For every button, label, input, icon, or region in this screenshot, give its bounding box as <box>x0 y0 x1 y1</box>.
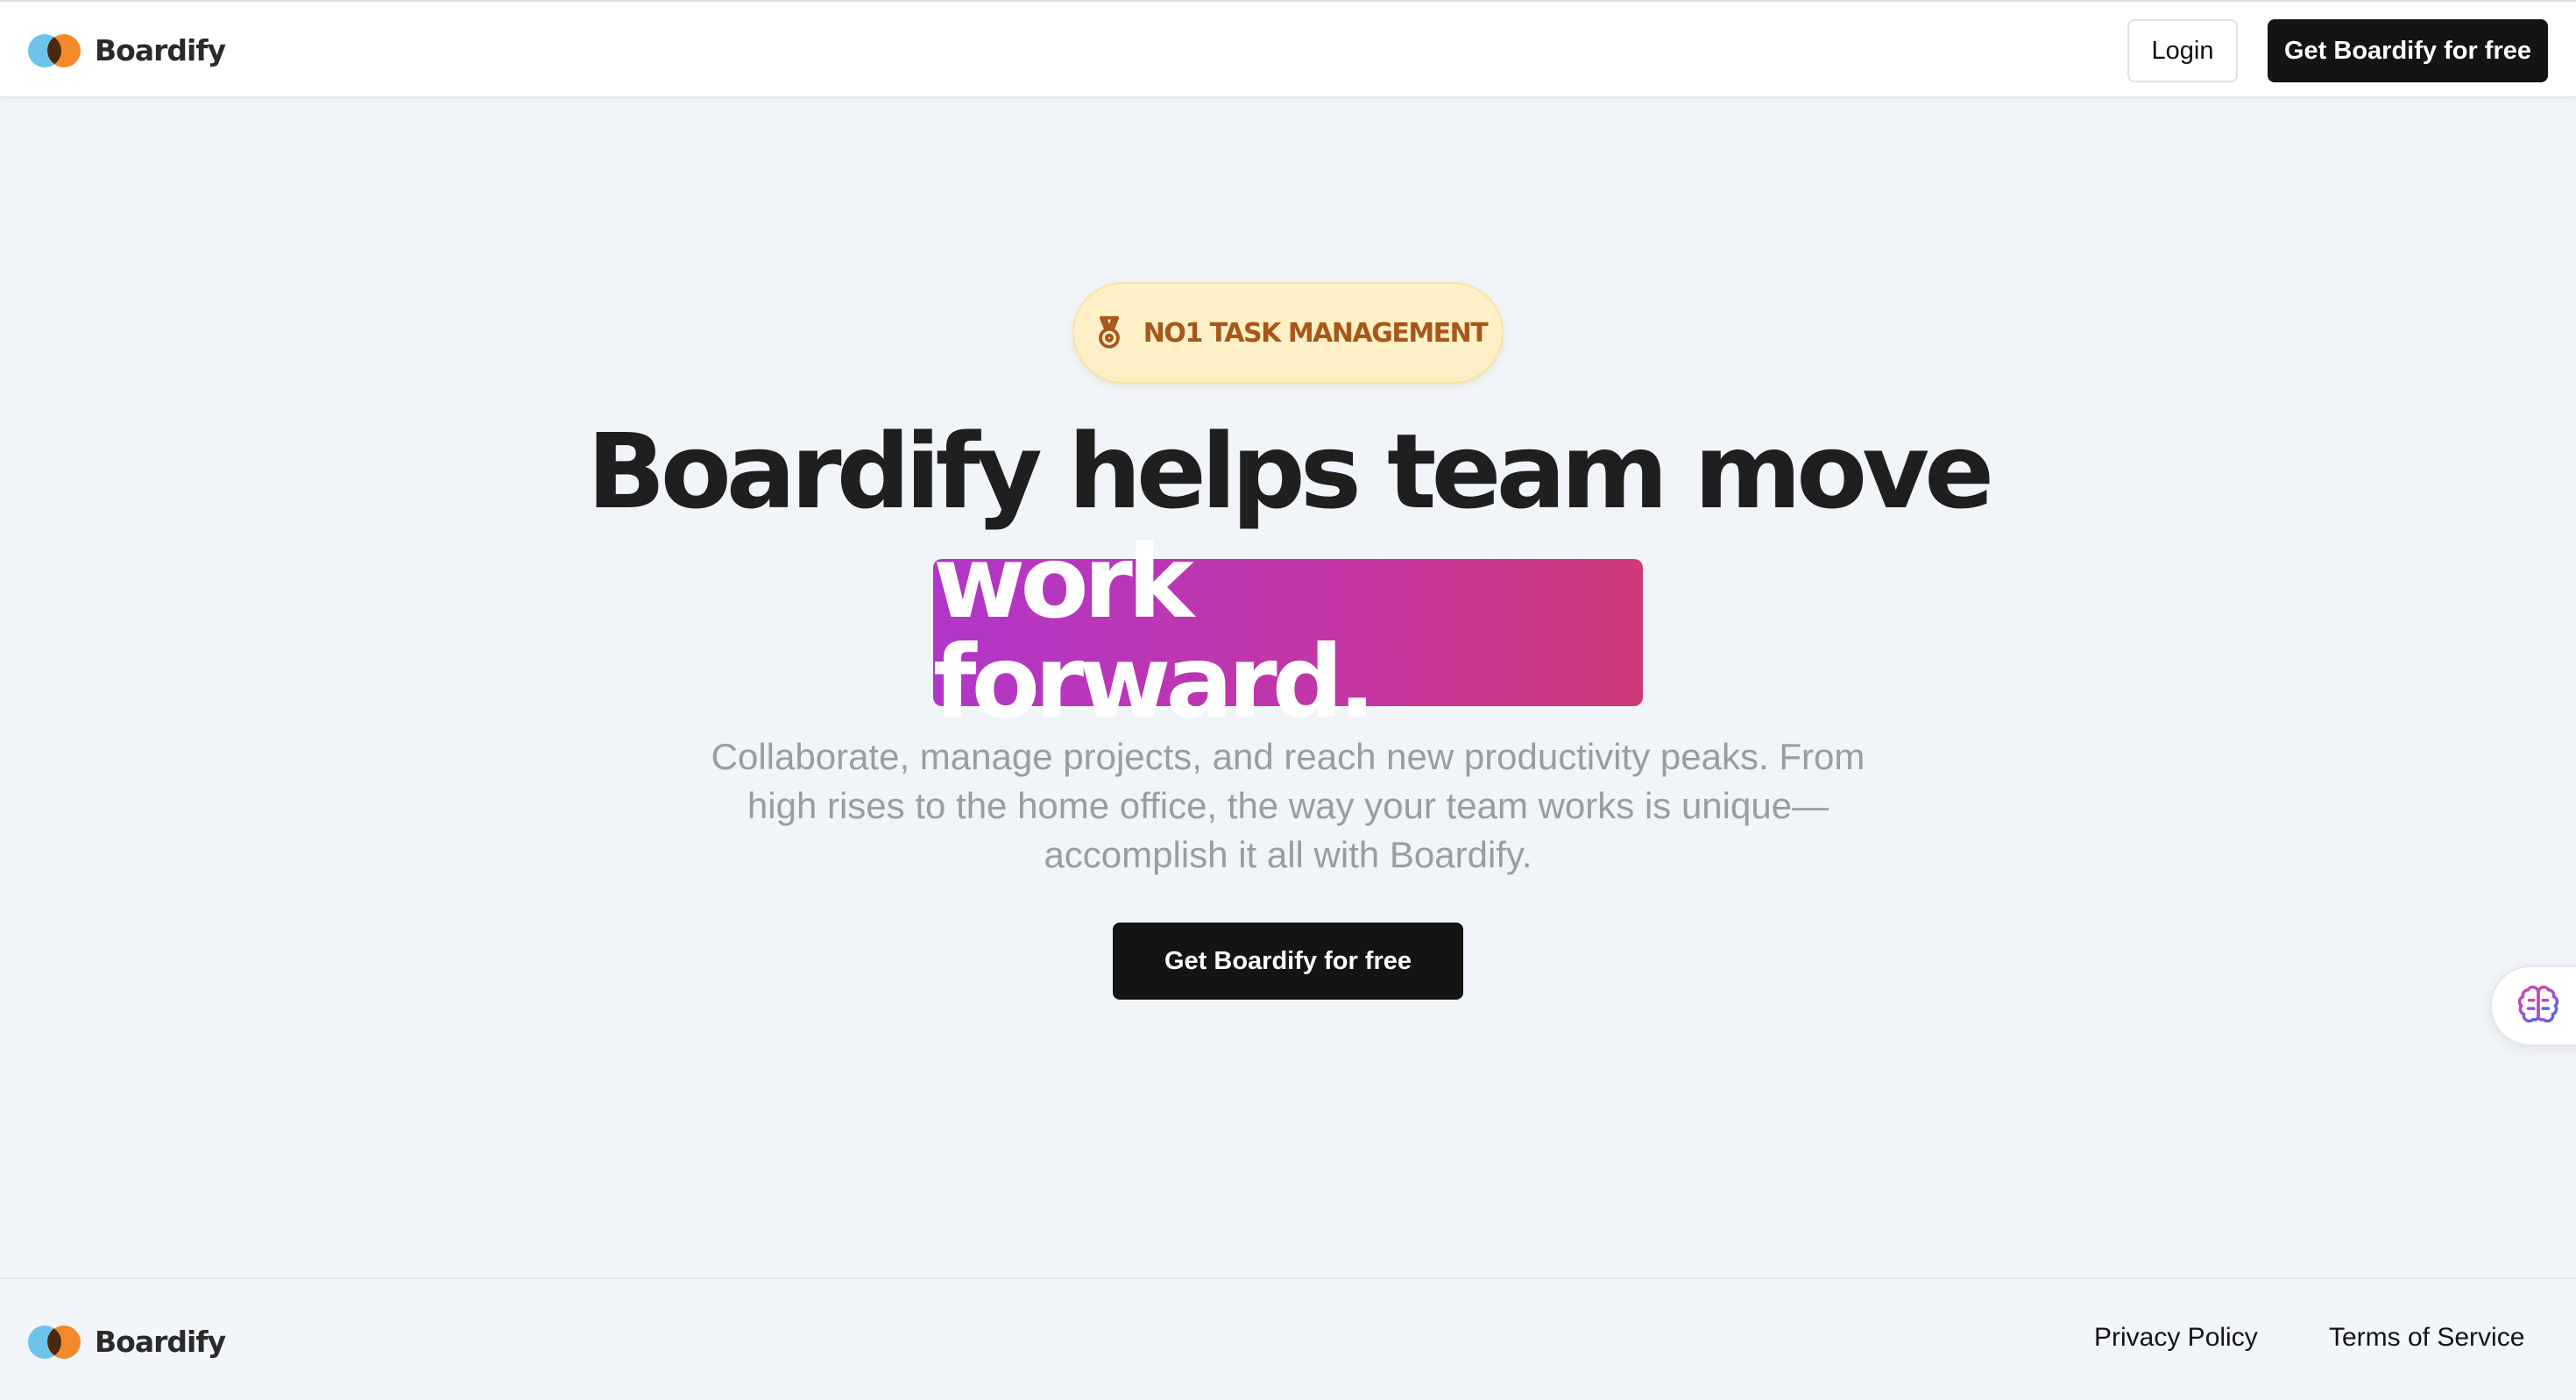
hero-subtitle: Collaborate, manage projects, and reach … <box>711 736 1865 875</box>
hero-highlight: work forward. <box>933 533 1643 732</box>
footer-brand-name: Boardify <box>95 1325 226 1359</box>
get-boardify-header-button[interactable]: Get Boardify for free <box>2268 19 2548 82</box>
page-footer: Boardify Privacy Policy Terms of Service <box>0 1277 2576 1400</box>
brain-icon <box>2517 985 2559 1023</box>
badge-label: NO1 TASK MANAGEMENT <box>1143 317 1489 349</box>
get-boardify-hero-button[interactable]: Get Boardify for free <box>1113 923 1463 1000</box>
login-button[interactable]: Login <box>2127 19 2238 82</box>
brand-logo[interactable]: Boardify <box>28 33 226 67</box>
privacy-policy-link[interactable]: Privacy Policy <box>2094 1323 2258 1353</box>
ai-assistant-tab[interactable] <box>2490 965 2576 1046</box>
terms-of-service-link[interactable]: Terms of Service <box>2329 1323 2524 1353</box>
hero-headline: Boardify helps team move <box>586 411 1994 532</box>
logo-icon <box>28 1325 81 1359</box>
brand-name: Boardify <box>95 33 226 67</box>
medal-icon <box>1098 315 1120 349</box>
highlight-text: work forward. <box>933 524 1376 740</box>
footer-brand-logo[interactable]: Boardify <box>28 1325 226 1359</box>
task-management-badge: NO1 TASK MANAGEMENT <box>1072 282 1504 384</box>
top-navbar: Boardify Login Get Boardify for free <box>0 0 2576 98</box>
logo-icon <box>28 33 81 67</box>
